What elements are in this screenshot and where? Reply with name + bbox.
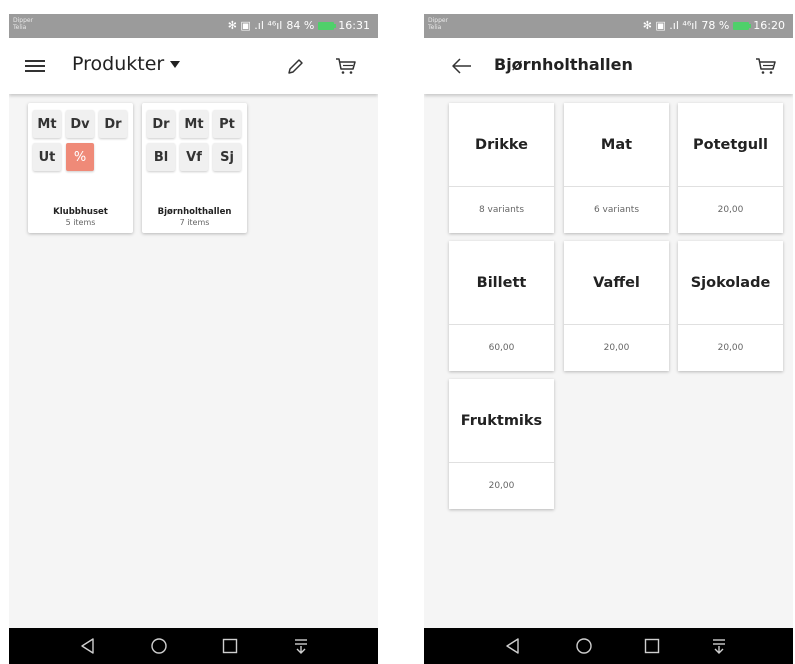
product-price: 20,00: [603, 343, 630, 353]
tile-label: Sj: [213, 143, 241, 171]
square-recent-icon[interactable]: [643, 637, 661, 659]
product-variants: 8 variants: [478, 205, 525, 215]
carrier-name: Dipper: [13, 17, 34, 24]
status-bar: Dipper Telia ✻ ▣ .ıl ⁴⁶ıl 78 % 16:20: [424, 14, 793, 38]
system-indicators: ✻ ▣ .ıl ⁴⁶ıl 78 % 16:20: [643, 19, 785, 33]
battery-icon: [318, 22, 337, 30]
product-price: 20,00: [488, 481, 515, 491]
system-indicators: ✻ ▣ .ıl ⁴⁶ıl 84 % 16:31: [228, 19, 370, 33]
phone-screen-bjornholthallen: Dipper Telia ✻ ▣ .ıl ⁴⁶ıl 78 % 16:20 Bjø…: [424, 14, 793, 664]
product-name: Vaffel: [593, 274, 640, 291]
battery-icon: [733, 22, 752, 30]
product-card[interactable]: Mat 6 variants: [564, 103, 669, 233]
circle-home-icon[interactable]: [575, 637, 593, 659]
product-name: Sjokolade: [690, 274, 771, 291]
cart-icon[interactable]: [334, 54, 358, 78]
page-title: Bjørnholthallen: [494, 55, 633, 74]
clock: 16:20: [753, 19, 785, 32]
product-name: Mat: [600, 136, 633, 153]
product-name: Billett: [476, 274, 527, 291]
tile-label: Dr: [99, 110, 127, 138]
product-price: 60,00: [488, 343, 515, 353]
category-grid: Mt Dv Dr Ut % Klubbhuset 5 items Dr Mt P…: [9, 94, 378, 628]
pull-down-icon[interactable]: [292, 637, 310, 659]
product-card[interactable]: Drikke 8 variants: [449, 103, 554, 233]
carrier-label: Dipper Telia: [428, 17, 448, 31]
product-price: 20,00: [717, 205, 744, 215]
status-bar: Dipper Telia ✻ ▣ .ıl ⁴⁶ıl 84 % 16:31: [9, 14, 378, 38]
pull-down-icon[interactable]: [710, 637, 728, 659]
product-name: Potetgull: [693, 136, 768, 153]
carrier-name-2: Telia: [13, 24, 27, 31]
category-card-bjornholthallen[interactable]: Dr Mt Pt Bl Vf Sj Bjørnholthallen 7 item…: [142, 103, 247, 233]
tile-label: Bl: [147, 143, 175, 171]
category-count: 7 items: [179, 218, 210, 227]
phone-screen-products: Dipper Telia ✻ ▣ .ıl ⁴⁶ıl 84 % 16:31 Pro…: [9, 14, 378, 664]
product-card[interactable]: Vaffel 20,00: [564, 241, 669, 371]
pencil-icon[interactable]: [284, 54, 308, 78]
category-count: 5 items: [65, 218, 96, 227]
tile-label: Dr: [147, 110, 175, 138]
signal-icons: ✻ ▣ .ıl ⁴⁶ıl: [227, 19, 283, 32]
app-bar: Bjørnholthallen: [424, 38, 793, 94]
product-name: Fruktmiks: [460, 412, 543, 429]
hamburger-icon[interactable]: [23, 54, 47, 78]
caret-down-icon: [170, 60, 181, 68]
product-card[interactable]: Fruktmiks 20,00: [449, 379, 554, 509]
carrier-label: Dipper Telia: [13, 17, 33, 31]
tile-label: Ut: [33, 143, 61, 171]
category-name: Klubbhuset: [53, 207, 108, 217]
android-nav-bar: [424, 628, 793, 664]
cart-icon[interactable]: [754, 54, 778, 78]
carrier-name: Dipper: [428, 17, 449, 24]
page-title: Produkter: [72, 53, 165, 75]
arrow-left-icon[interactable]: [450, 54, 474, 78]
product-name: Drikke: [475, 136, 528, 153]
tile-label: Dv: [66, 110, 94, 138]
category-name: Bjørnholthallen: [157, 207, 232, 217]
square-recent-icon[interactable]: [221, 637, 239, 659]
battery-percent: 78 %: [701, 19, 730, 32]
product-card[interactable]: Billett 60,00: [449, 241, 554, 371]
tile-label: Mt: [33, 110, 61, 138]
signal-icons: ✻ ▣ .ıl ⁴⁶ıl: [642, 19, 698, 32]
triangle-back-icon[interactable]: [79, 637, 97, 659]
app-bar: Produkter: [9, 38, 378, 94]
clock: 16:31: [338, 19, 370, 32]
tile-label: Mt: [180, 110, 208, 138]
triangle-back-icon[interactable]: [504, 637, 522, 659]
product-price: 20,00: [717, 343, 744, 353]
product-grid: Drikke 8 variants Mat 6 variants Potetgu…: [424, 94, 793, 628]
product-variants: 6 variants: [593, 205, 640, 215]
discount-tile: %: [66, 143, 94, 171]
tile-label: Vf: [180, 143, 208, 171]
battery-percent: 84 %: [286, 19, 315, 32]
title-dropdown[interactable]: Produkter: [72, 53, 181, 75]
product-card[interactable]: Potetgull 20,00: [678, 103, 783, 233]
category-card-klubbhuset[interactable]: Mt Dv Dr Ut % Klubbhuset 5 items: [28, 103, 133, 233]
circle-home-icon[interactable]: [150, 637, 168, 659]
carrier-name-2: Telia: [428, 24, 442, 31]
product-card[interactable]: Sjokolade 20,00: [678, 241, 783, 371]
android-nav-bar: [9, 628, 378, 664]
tile-label: Pt: [213, 110, 241, 138]
